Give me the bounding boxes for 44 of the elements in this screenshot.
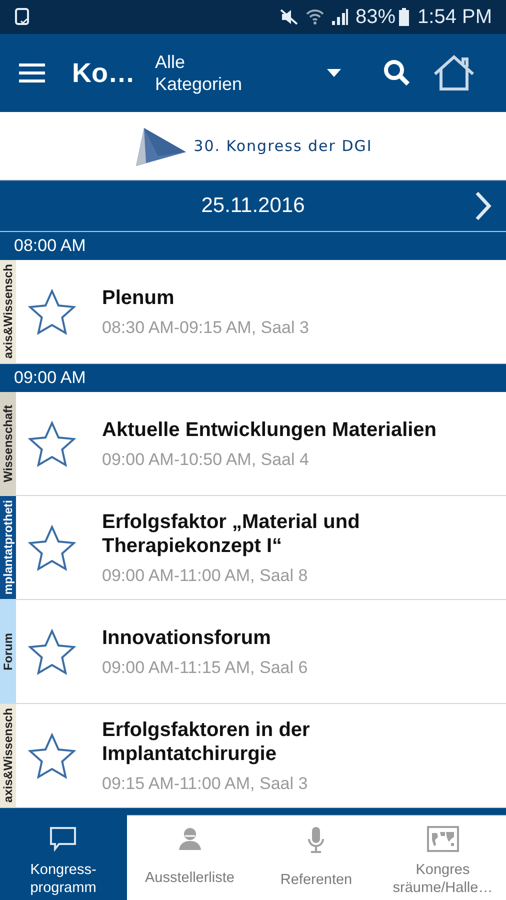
session-title: Innovationsforum	[102, 626, 272, 650]
nav-tab[interactable]: Kongress-programm	[0, 815, 126, 900]
session-title: Erfolgsfaktor „Material und Therapiekonzept I“	[102, 510, 361, 558]
logo-text: 30. Kongress der DGI	[194, 137, 372, 155]
favorite-star-button[interactable]	[28, 524, 76, 570]
session-title: Aktuelle Entwicklungen Materialien	[102, 418, 438, 442]
session-details: 09:00 AM-11:15 AM, Saal 6	[102, 658, 309, 678]
person-icon	[178, 826, 202, 850]
session-details: 09:00 AM-11:00 AM, Saal 8	[102, 566, 309, 586]
signal-icon	[331, 8, 350, 26]
category-tag: axis&Wissensch	[0, 260, 16, 363]
time-header: 09:00 AM	[14, 368, 86, 388]
session-title: Erfolgsfaktoren in der Implantatchirurgie	[102, 718, 311, 766]
category-tag: mplantatprotheti	[0, 496, 16, 599]
session-details: 08:30 AM-09:15 AM, Saal 3	[102, 318, 310, 338]
favorite-star-button[interactable]	[28, 420, 76, 466]
home-button[interactable]	[433, 55, 475, 91]
category-dropdown[interactable]: Alle Kategorien	[155, 51, 265, 95]
session-details: 09:00 AM-10:50 AM, Saal 4	[102, 450, 310, 470]
dropdown-caret-icon[interactable]	[327, 69, 341, 77]
category-tag: Wissenschaft	[0, 392, 16, 495]
next-date-button[interactable]	[474, 191, 492, 221]
favorite-star-button[interactable]	[28, 628, 76, 674]
battery-icon	[398, 7, 410, 27]
time-header: 08:00 AM	[14, 236, 86, 256]
category-tag: axis&Wissensch	[0, 704, 16, 807]
clock-time: 1:54 PM	[418, 6, 492, 28]
app-title: Ko…	[72, 58, 135, 88]
logo-icon	[134, 128, 186, 168]
menu-button[interactable]	[18, 62, 46, 84]
mute-icon	[279, 8, 300, 26]
chat-icon	[49, 826, 78, 852]
wifi-icon	[305, 8, 326, 26]
notification-icon	[14, 7, 30, 27]
map-icon	[426, 826, 459, 852]
session-title: Plenum	[102, 286, 176, 310]
microphone-icon	[307, 826, 326, 854]
battery-percent: 83%	[355, 6, 396, 28]
session-details: 09:15 AM-11:00 AM, Saal 3	[102, 774, 309, 794]
date-label: 25.11.2016	[200, 194, 306, 218]
favorite-star-button[interactable]	[28, 288, 76, 334]
category-tag: Forum	[0, 600, 16, 703]
search-button[interactable]	[383, 59, 411, 87]
favorite-star-button[interactable]	[28, 732, 76, 778]
